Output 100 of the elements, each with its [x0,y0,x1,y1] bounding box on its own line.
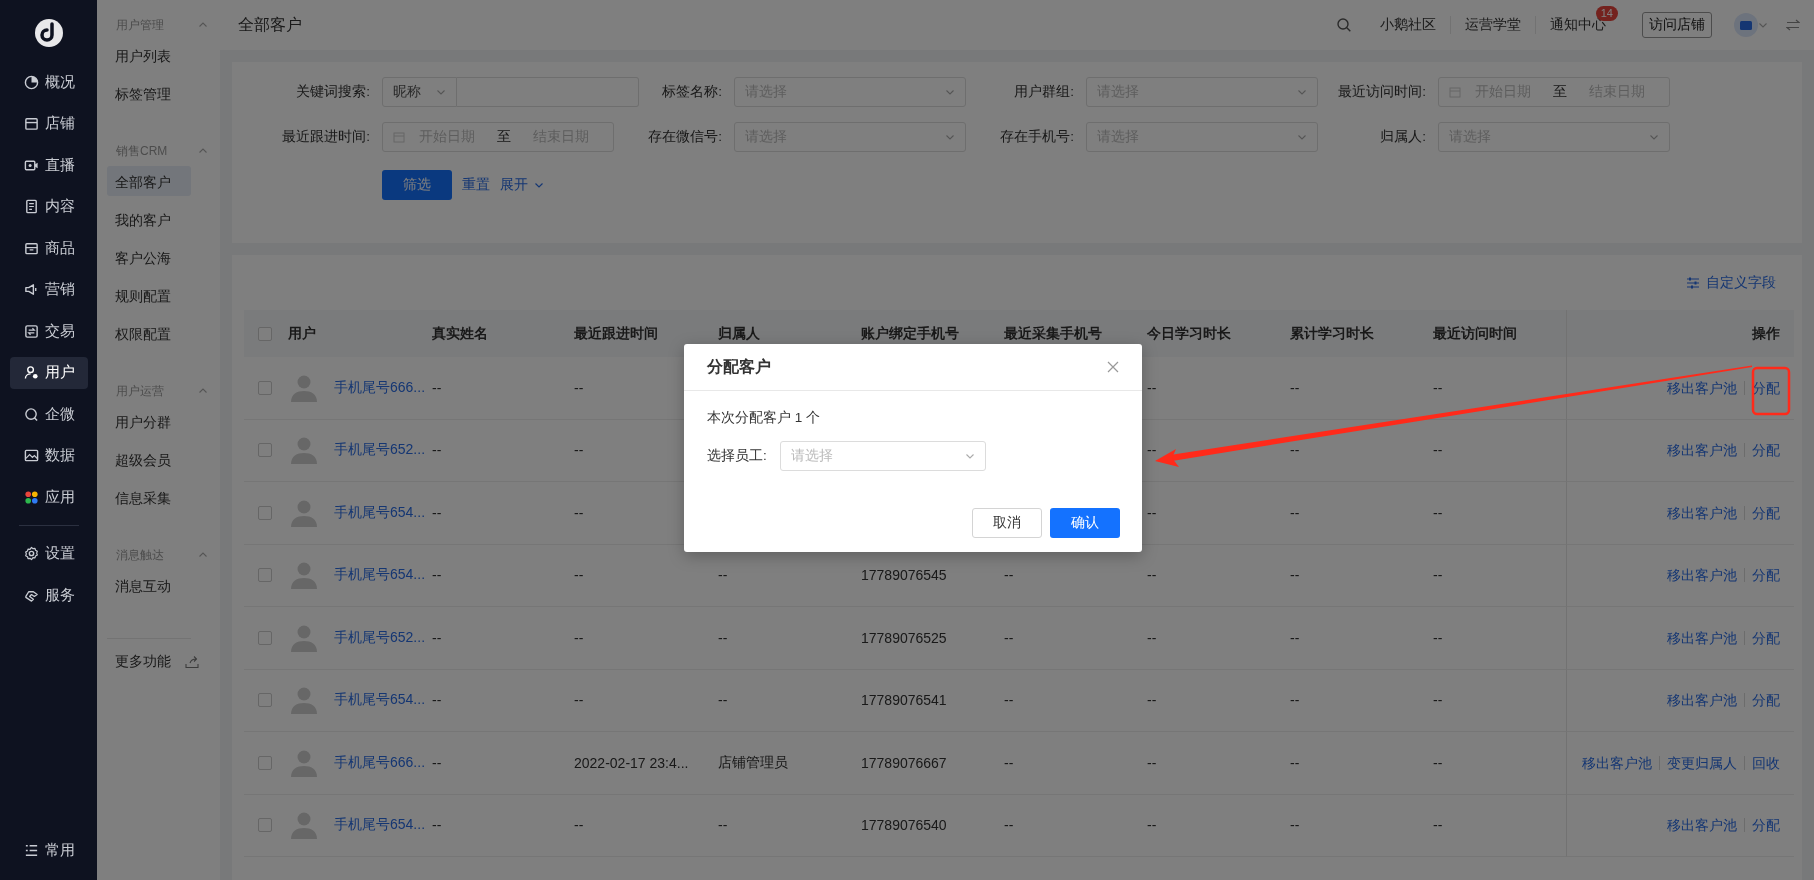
custom-fields-link[interactable]: 自定义字段 [1686,273,1776,292]
row-action-link[interactable]: 移出客户池 [1660,568,1744,583]
megaphone-icon [23,282,39,297]
row-action-link[interactable]: 分配 [1744,693,1780,708]
table-cell: -- [574,567,584,584]
visit-store-button[interactable]: 访问店铺 [1642,12,1712,38]
swap-icon[interactable] [1786,18,1800,32]
subnav-item[interactable]: 消息互动 [107,570,191,600]
customer-name-link[interactable]: 手机尾号654... [334,816,426,835]
row-action-link[interactable]: 分配 [1744,818,1780,833]
customer-name-link[interactable]: 手机尾号654... [334,503,426,522]
subnav-item[interactable]: 超级会员 [107,444,191,474]
subnav-item[interactable]: 权限配置 [107,318,191,348]
table-cell: -- [574,379,584,396]
confirm-button[interactable]: 确认 [1050,508,1120,538]
customer-name-link[interactable]: 手机尾号654... [334,691,426,710]
sidebar-item[interactable]: 营销 [9,273,88,306]
staff-select[interactable]: 请选择 [779,441,986,471]
subnav-item[interactable]: 规则配置 [107,280,191,310]
row-checkbox[interactable] [258,630,272,645]
more-features-link[interactable]: 更多功能 [115,653,171,671]
caret-icon [436,87,446,97]
subnav-item[interactable]: 用户列表 [107,40,191,70]
row-checkbox[interactable] [258,568,272,583]
filter-label: 用户群组: [1013,83,1074,101]
close-icon[interactable] [1106,360,1120,374]
row-action-link[interactable]: 分配 [1744,443,1780,458]
row-action-link[interactable]: 移出客户池 [1660,505,1744,520]
select-all-checkbox[interactable] [258,326,272,341]
header-link[interactable]: 小鹅社区 [1366,16,1450,34]
table-cell: -- [1147,692,1157,709]
reset-link[interactable]: 重置 [462,176,490,194]
table-cell: -- [1290,692,1300,709]
sidebar-item[interactable]: 概况 [9,66,88,98]
sidebar-item[interactable]: 用户 [9,356,88,389]
row-checkbox[interactable] [258,380,272,395]
header-link[interactable]: 运营学堂 [1450,16,1535,34]
keyword-type-select[interactable]: 昵称 [382,77,457,107]
filter-button[interactable]: 筛选 [382,170,452,200]
row-action-link[interactable]: 移出客户池 [1660,818,1744,833]
row-checkbox[interactable] [258,505,272,520]
sidebar-item[interactable]: 商品 [9,232,88,264]
sidebar-item[interactable]: 应用 [9,481,88,513]
column-header: 今日学习时长 [1139,310,1282,357]
apps-icon [23,489,39,505]
table-cell: -- [1290,754,1300,771]
row-action-link[interactable]: 移出客户池 [1660,380,1744,395]
row-action-link[interactable]: 分配 [1744,568,1780,583]
caret-icon [945,132,955,142]
sidebar-item[interactable]: 内容 [9,190,88,223]
row-action-link[interactable]: 分配 [1744,380,1780,395]
sidebar-item[interactable]: 企微 [9,398,88,430]
row-action-link[interactable]: 移出客户池 [1660,443,1744,458]
row-action-link[interactable]: 移出客户池 [1660,630,1744,645]
subnav-item[interactable]: 用户分群 [107,406,191,436]
sidebar-item[interactable]: 交易 [9,315,88,347]
expand-link[interactable]: 展开 [500,176,544,194]
table-cell: -- [1004,692,1014,709]
table-cell: -- [432,754,442,771]
customer-name-link[interactable]: 手机尾号652... [334,441,426,460]
row-action-link[interactable]: 分配 [1744,630,1780,645]
row-action-link[interactable]: 移出客户池 [1575,755,1659,770]
subnav-item[interactable]: 全部客户 [107,166,191,196]
customer-name-link[interactable]: 手机尾号666... [334,753,426,772]
subnav-item[interactable]: 客户公海 [107,242,191,272]
row-checkbox[interactable] [258,693,272,708]
sidebar-item[interactable]: 服务 [9,579,88,611]
table-cell: -- [432,504,442,521]
table-cell: 17789076541 [861,692,947,709]
table-cell: -- [574,817,584,834]
cancel-button[interactable]: 取消 [972,508,1042,538]
sidebar-item[interactable]: 数据 [9,439,88,472]
row-checkbox[interactable] [258,443,272,458]
table-cell: -- [1433,442,1443,459]
avatar-icon[interactable] [1734,13,1758,37]
customer-name-link[interactable]: 手机尾号652... [334,628,426,647]
subnav-item[interactable]: 我的客户 [107,204,191,234]
table-cell: -- [574,504,584,521]
sidebar-item[interactable]: 设置 [9,537,88,570]
row-action-link[interactable]: 变更归属人 [1659,755,1744,770]
logo-icon[interactable] [33,18,64,48]
table-cell: -- [1290,504,1300,521]
customer-name-link[interactable]: 手机尾号666... [334,378,426,397]
row-checkbox[interactable] [258,755,272,770]
row-checkbox[interactable] [258,818,272,833]
table-cell: -- [1433,504,1443,521]
subnav-item[interactable]: 信息采集 [107,482,191,512]
row-action-link[interactable]: 回收 [1744,755,1780,770]
customer-name-link[interactable]: 手机尾号654... [334,566,426,585]
sidebar-item[interactable]: 直播 [9,149,88,181]
caret-icon [1297,132,1307,142]
page-title: 全部客户 [238,14,302,35]
sidebar-item[interactable]: 常用 [9,834,88,866]
row-action-link[interactable]: 移出客户池 [1660,693,1744,708]
table-cell: -- [1290,817,1300,834]
sidebar-item[interactable]: 店铺 [9,107,88,140]
search-icon[interactable] [1336,17,1352,33]
table-cell: -- [432,629,442,646]
row-action-link[interactable]: 分配 [1744,505,1780,520]
subnav-item[interactable]: 标签管理 [107,78,191,108]
